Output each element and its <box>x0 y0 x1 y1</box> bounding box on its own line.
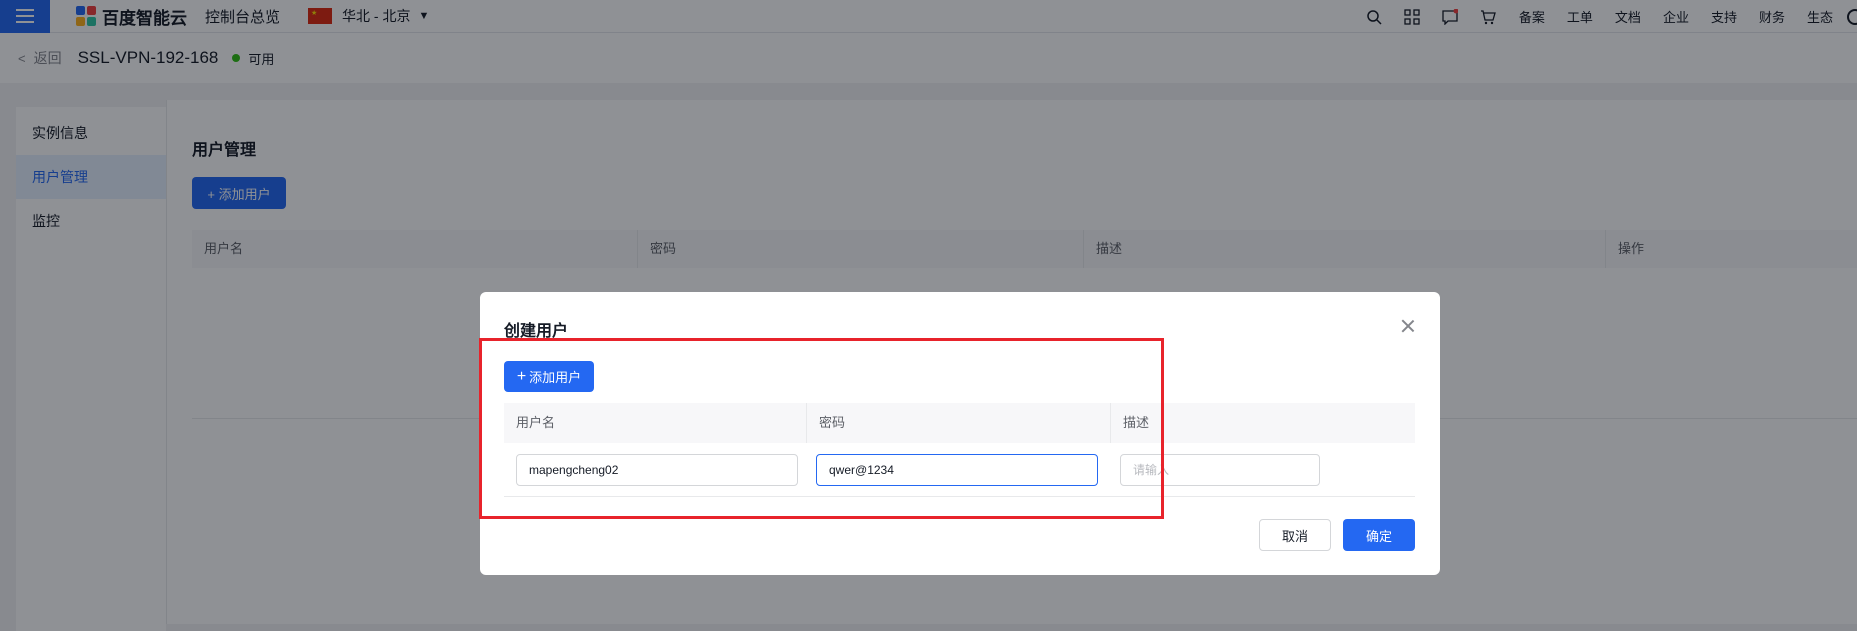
close-icon[interactable] <box>1400 318 1416 334</box>
highlight-annotation-box <box>479 338 1164 519</box>
confirm-button[interactable]: 确定 <box>1343 519 1415 551</box>
cancel-button[interactable]: 取消 <box>1259 519 1331 551</box>
